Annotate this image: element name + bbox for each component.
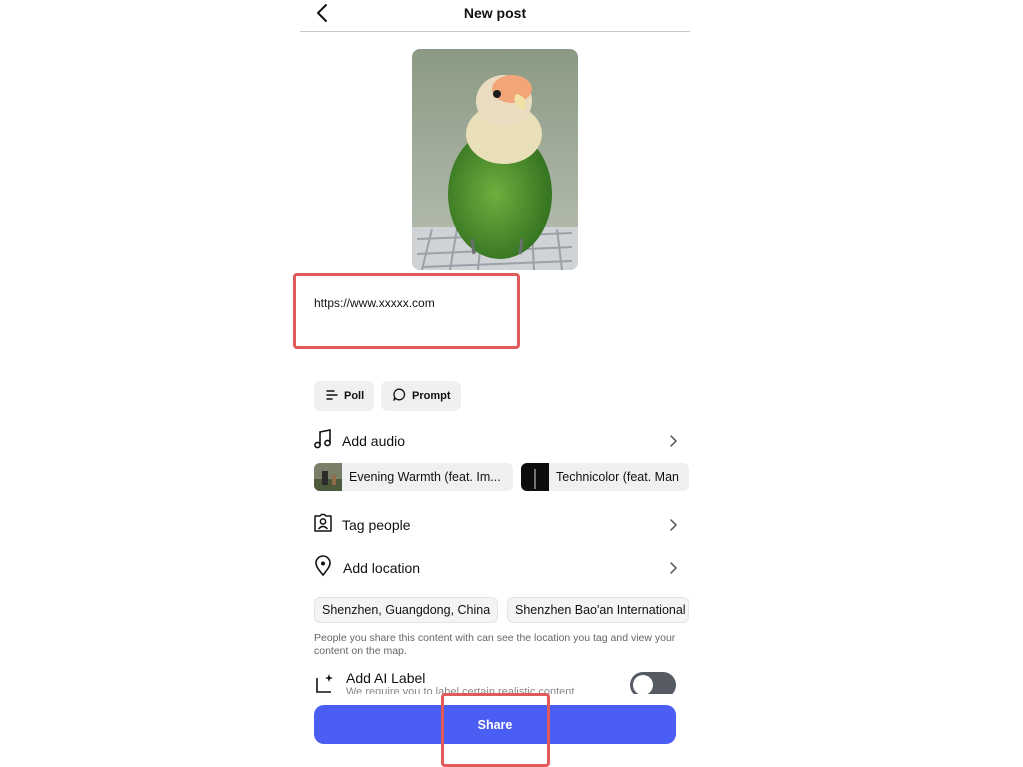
ai-label-row: Add AI Label We require you to label cer…: [314, 668, 678, 694]
album-art: [521, 463, 549, 491]
tag-people-label: Tag people: [342, 517, 411, 533]
add-audio-row[interactable]: Add audio: [312, 426, 680, 456]
location-pin-icon: [312, 554, 334, 582]
chevron-right-icon: [666, 518, 680, 532]
track-title: Evening Warmth (feat. Im...: [349, 470, 501, 484]
top-bar: New post: [300, 0, 690, 32]
page-title: New post: [463, 5, 527, 21]
chevron-right-icon: [666, 561, 680, 575]
prompt-button[interactable]: Prompt: [381, 381, 461, 411]
chevron-right-icon: [666, 434, 680, 448]
poll-button[interactable]: Poll: [314, 381, 374, 411]
post-image[interactable]: [412, 49, 578, 270]
ai-label-toggle[interactable]: [630, 672, 676, 694]
audio-suggestion[interactable]: Evening Warmth (feat. Im...: [314, 463, 513, 491]
ai-sparkle-icon: [314, 672, 336, 694]
add-audio-label: Add audio: [342, 433, 406, 449]
add-location-label: Add location: [343, 560, 421, 576]
audio-suggestion[interactable]: Technicolor (feat. Man: [521, 463, 689, 491]
track-title: Technicolor (feat. Man: [556, 470, 679, 484]
music-note-icon: [312, 428, 334, 455]
poll-label: Poll: [344, 390, 365, 402]
add-location-row[interactable]: Add location: [312, 553, 680, 583]
tag-person-icon: [312, 512, 334, 539]
location-suggestion-label: Shenzhen, Guangdong, China: [322, 603, 491, 617]
location-privacy-note: People you share this content with can s…: [314, 632, 676, 657]
caption-highlight: [293, 273, 520, 349]
location-suggestion[interactable]: Shenzhen Bao'an International: [507, 597, 689, 623]
album-art: [314, 463, 342, 491]
poll-icon: [326, 389, 338, 403]
prompt-label: Prompt: [412, 390, 451, 402]
share-highlight: [441, 693, 550, 767]
toggle-knob: [633, 675, 653, 694]
location-suggestion[interactable]: Shenzhen, Guangdong, China: [314, 597, 498, 623]
caption-input[interactable]: https://www.xxxxx.com: [314, 296, 435, 310]
tag-people-row[interactable]: Tag people: [312, 510, 680, 540]
prompt-icon: [393, 388, 406, 404]
location-suggestion-label: Shenzhen Bao'an International: [515, 603, 686, 617]
ai-label-title: Add AI Label: [346, 670, 426, 686]
